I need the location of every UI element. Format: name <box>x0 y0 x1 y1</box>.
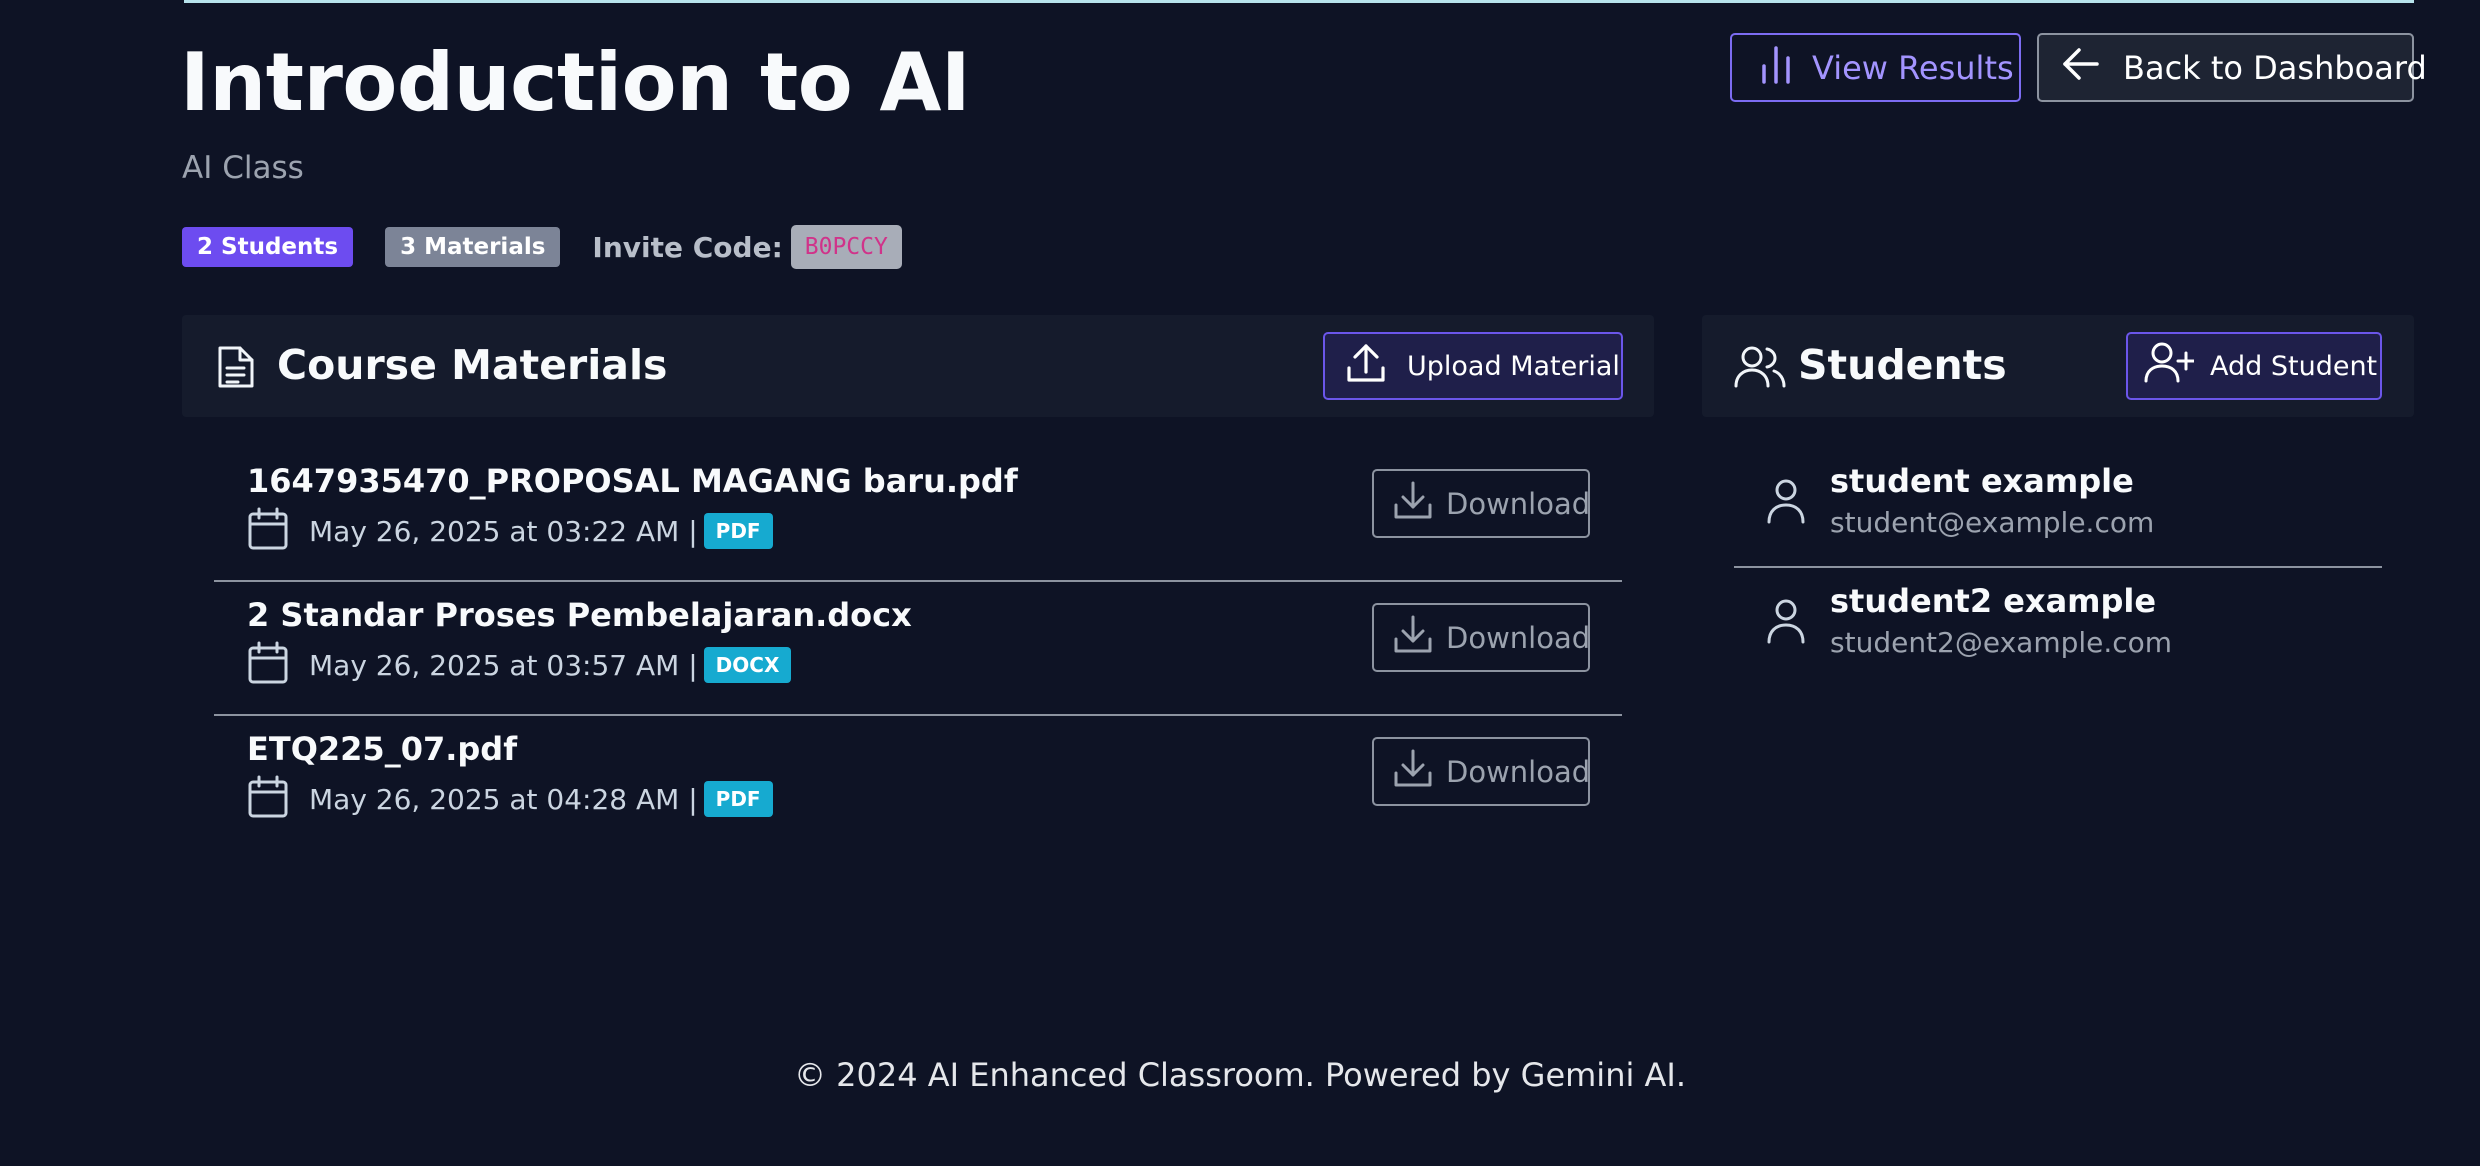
material-meta: May 26, 2025 at 04:28 AM | PDF <box>247 774 773 824</box>
back-to-dashboard-button[interactable]: Back to Dashboard <box>2037 33 2427 102</box>
file-type-badge: PDF <box>703 513 773 549</box>
download-icon <box>1392 747 1434 796</box>
calendar-icon <box>247 641 289 689</box>
student-row: student example student@example.com <box>1734 448 2382 568</box>
calendar-icon <box>247 775 289 823</box>
student-name: student2 example <box>1830 582 2157 620</box>
students-title: Students <box>1798 341 2007 389</box>
material-date: May 26, 2025 at 04:28 AM | <box>309 782 698 816</box>
user-icon <box>1766 478 1806 528</box>
page-title: Introduction to AI <box>180 36 971 129</box>
bar-chart-icon <box>1758 44 1794 92</box>
file-type-badge: PDF <box>703 781 773 817</box>
calendar-icon <box>247 507 289 555</box>
material-date: May 26, 2025 at 03:22 AM | <box>309 514 698 548</box>
users-icon <box>1734 344 1786 394</box>
material-row: 2 Standar Proses Pembelajaran.docx May 2… <box>214 582 1622 716</box>
students-count-badge: 2 Students <box>182 227 354 267</box>
student-email: student@example.com <box>1830 506 2155 539</box>
download-button[interactable]: Download <box>1372 603 1590 672</box>
material-name[interactable]: ETQ225_07.pdf <box>247 730 517 768</box>
student-row: student2 example student2@example.com <box>1734 568 2382 688</box>
student-email: student2@example.com <box>1830 626 2173 659</box>
download-button[interactable]: Download <box>1372 737 1590 806</box>
upload-icon <box>1345 342 1387 391</box>
material-meta: May 26, 2025 at 03:57 AM | DOCX <box>247 640 792 690</box>
download-button[interactable]: Download <box>1372 469 1590 538</box>
file-type-badge: DOCX <box>703 647 792 683</box>
user-icon <box>1766 598 1806 648</box>
upload-material-label: Upload Material <box>1407 350 1620 382</box>
class-stats: 2 Students 3 Materials Invite Code: B0PC… <box>182 225 902 269</box>
course-materials-title: Course Materials <box>277 341 668 389</box>
document-icon <box>216 344 256 394</box>
add-student-button[interactable]: Add Student <box>2126 332 2382 400</box>
footer-text: © 2024 AI Enhanced Classroom. Powered by… <box>793 1056 1687 1094</box>
materials-count-badge: 3 Materials <box>385 227 561 267</box>
invite-code-value[interactable]: B0PCCY <box>790 225 902 269</box>
student-name: student example <box>1830 462 2134 500</box>
material-row: ETQ225_07.pdf May 26, 2025 at 04:28 AM |… <box>214 716 1622 850</box>
download-icon <box>1392 613 1434 662</box>
download-label: Download <box>1446 486 1591 521</box>
back-to-dashboard-label: Back to Dashboard <box>2123 48 2427 87</box>
material-meta: May 26, 2025 at 03:22 AM | PDF <box>247 506 773 556</box>
add-student-label: Add Student <box>2210 350 2378 382</box>
view-results-label: View Results <box>1812 48 2014 87</box>
upload-material-button[interactable]: Upload Material <box>1323 332 1623 400</box>
user-plus-icon <box>2144 341 2196 392</box>
arrow-left-icon <box>2061 44 2101 92</box>
material-row: 1647935470_PROPOSAL MAGANG baru.pdf May … <box>214 448 1622 582</box>
material-date: May 26, 2025 at 03:57 AM | <box>309 648 698 682</box>
material-name[interactable]: 2 Standar Proses Pembelajaran.docx <box>247 596 912 634</box>
download-icon <box>1392 479 1434 528</box>
invite-code-label: Invite Code: <box>592 230 783 264</box>
download-label: Download <box>1446 754 1591 789</box>
material-name[interactable]: 1647935470_PROPOSAL MAGANG baru.pdf <box>247 462 1018 500</box>
page-subtitle: AI Class <box>182 150 304 186</box>
view-results-button[interactable]: View Results <box>1730 33 2021 102</box>
download-label: Download <box>1446 620 1591 655</box>
top-accent-line <box>184 0 2414 3</box>
